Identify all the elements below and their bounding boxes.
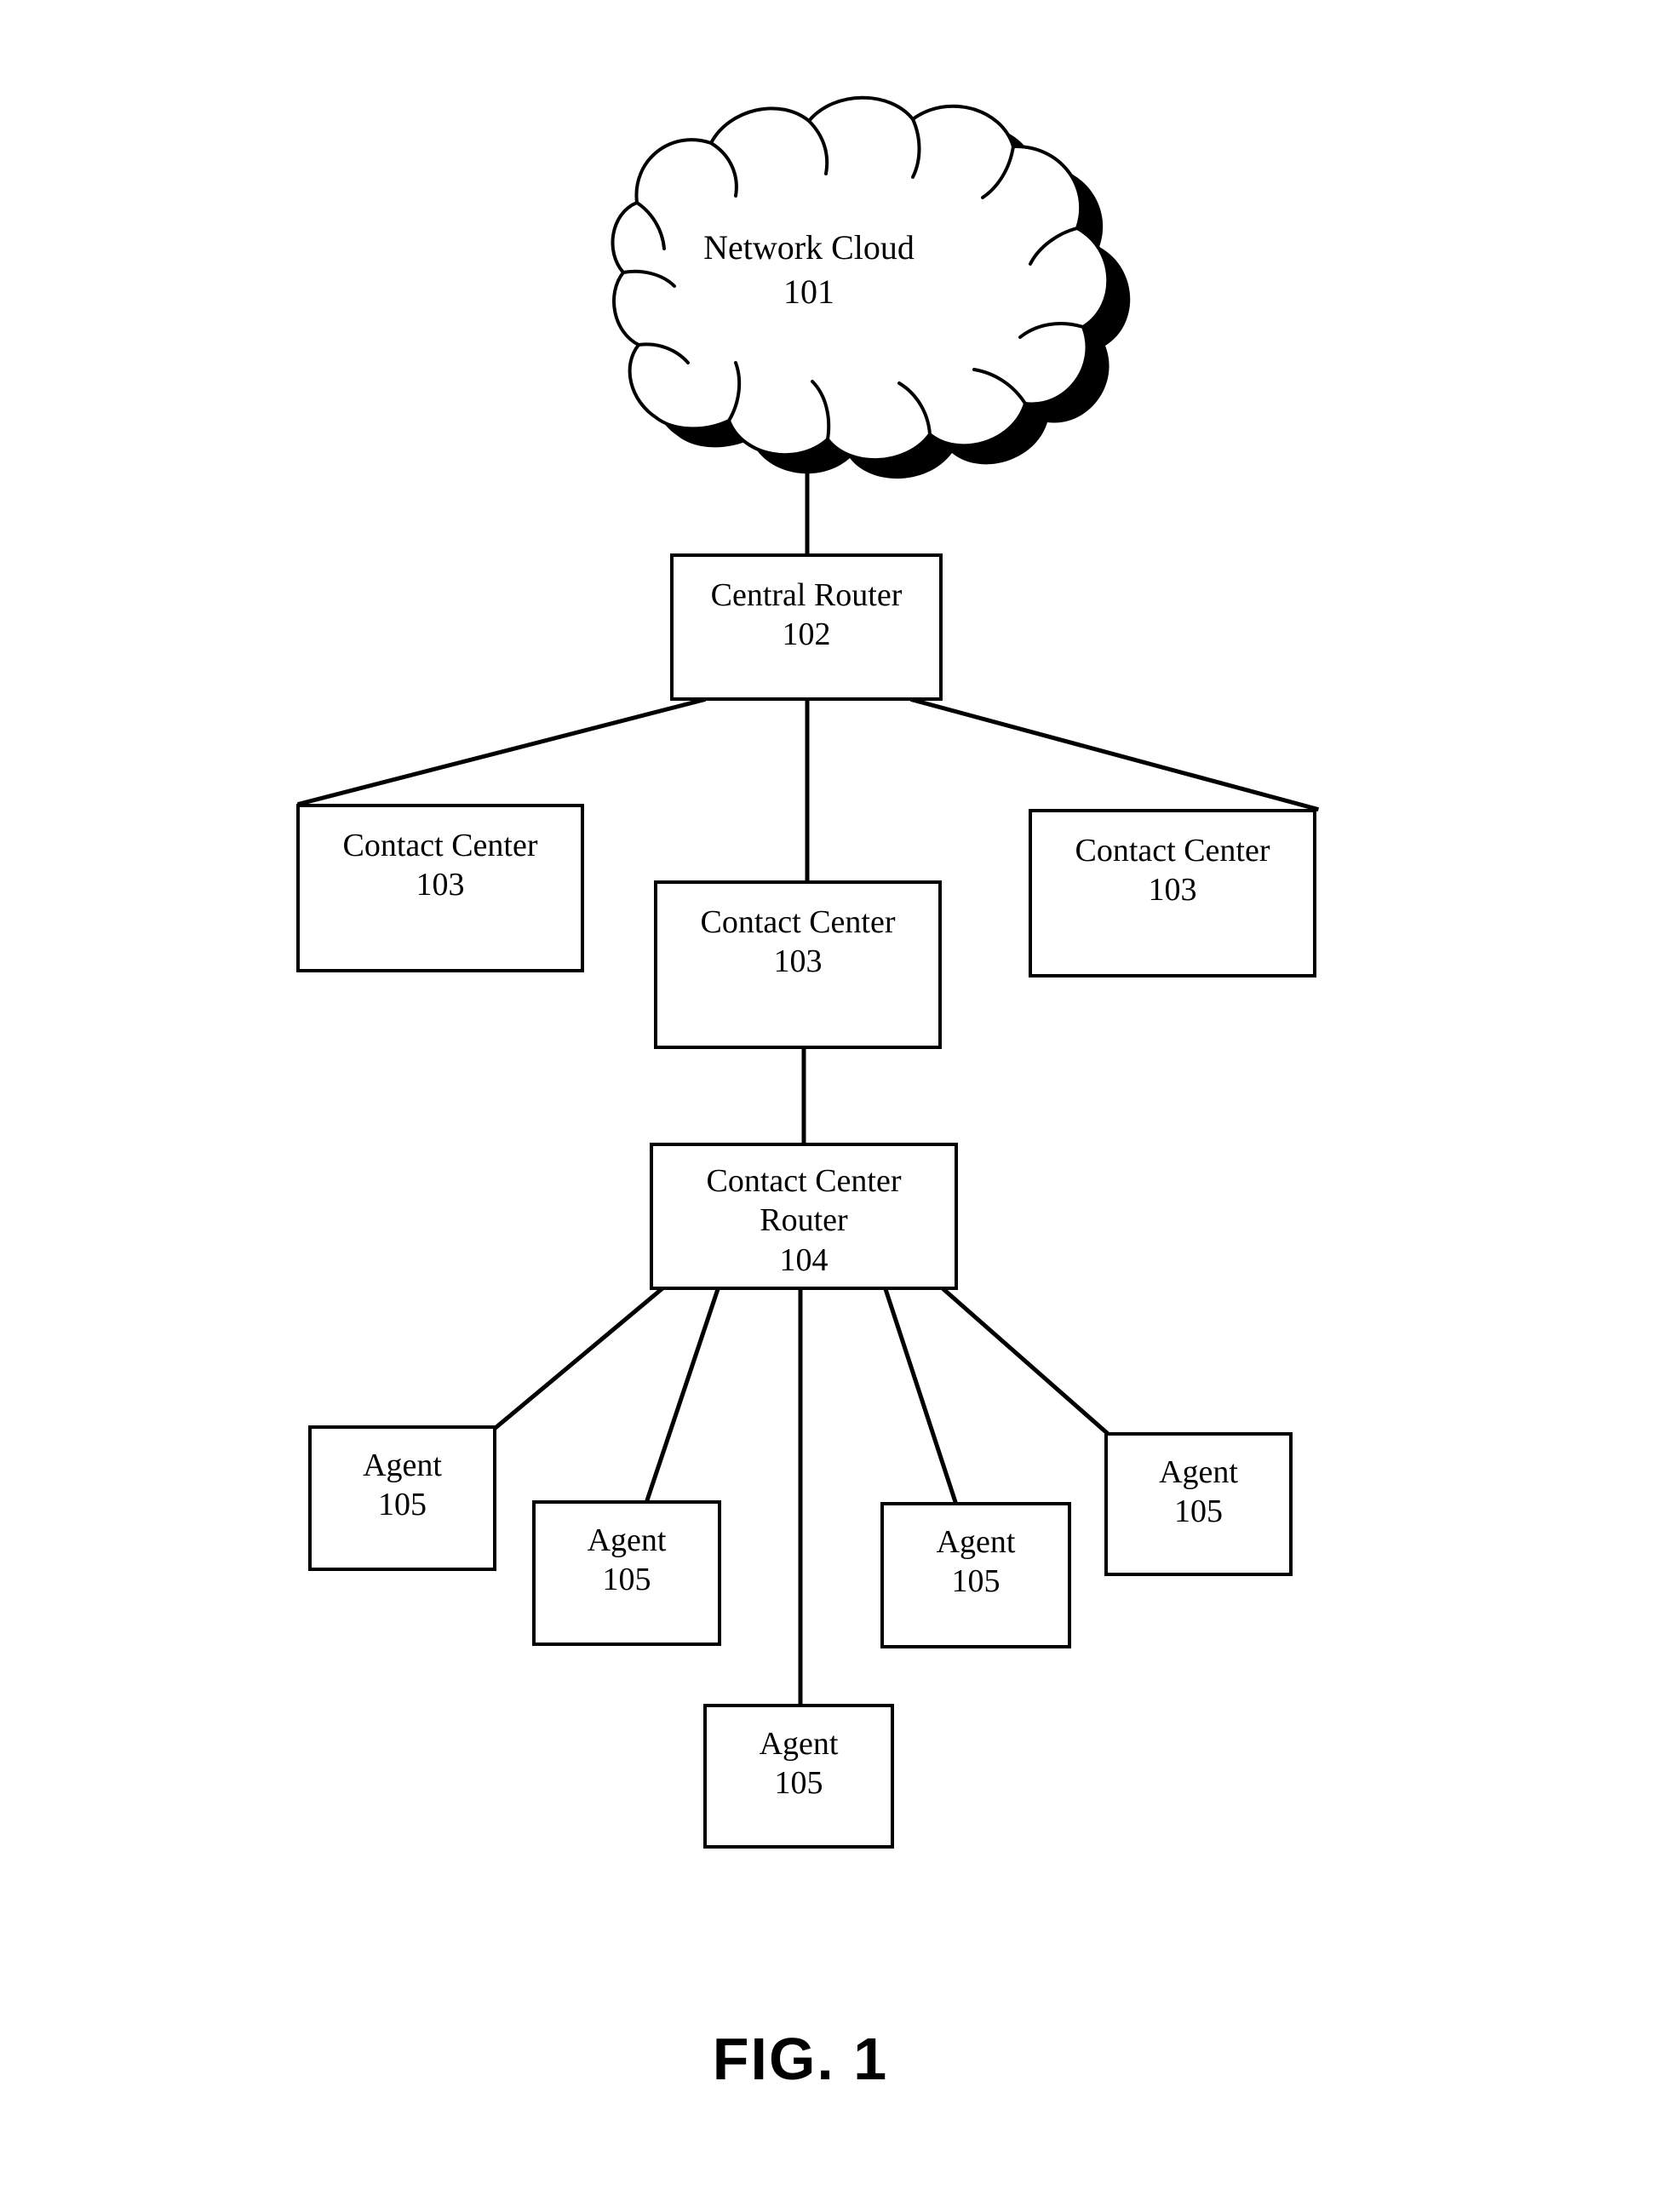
network-cloud-title: Network Cloud xyxy=(703,228,915,267)
central-router-title: Central Router xyxy=(710,577,903,613)
agent-1-title: Agent xyxy=(363,1448,442,1483)
contact-center-right-ref: 103 xyxy=(1148,872,1197,909)
contact-center-left-title: Contact Center xyxy=(342,828,538,863)
network-cloud-node: Network Cloud 101 xyxy=(528,60,1132,485)
edge-cc-router-to-agent-4 xyxy=(882,1286,959,1505)
edge-cc-router-to-agent-1 xyxy=(493,1286,665,1430)
contact-center-middle-node: Contact Center 103 xyxy=(654,880,942,1049)
contact-center-right-title: Contact Center xyxy=(1075,833,1270,869)
edge-cc-router-to-agent-5 xyxy=(940,1286,1109,1436)
edge-central-router-to-contact-center-left xyxy=(296,697,707,807)
contact-center-router-ref: 104 xyxy=(779,1241,829,1278)
agent-1-ref: 105 xyxy=(378,1487,427,1523)
figure-caption: FIG. 1 xyxy=(712,2026,889,2092)
contact-center-left-ref: 103 xyxy=(416,867,465,903)
central-router-node: Central Router 102 xyxy=(670,553,943,701)
network-cloud-ref: 101 xyxy=(783,272,834,311)
agent-3-title: Agent xyxy=(759,1726,839,1762)
contact-center-middle-ref: 103 xyxy=(773,943,823,980)
agent-1-node: Agent 105 xyxy=(308,1425,496,1571)
agent-5-node: Agent 105 xyxy=(1104,1432,1293,1576)
agent-2-node: Agent 105 xyxy=(532,1500,721,1646)
agent-2-title: Agent xyxy=(587,1522,667,1558)
contact-center-right-node: Contact Center 103 xyxy=(1029,809,1316,977)
contact-center-middle-title: Contact Center xyxy=(700,904,896,940)
edge-cc-router-to-agent-2 xyxy=(644,1286,721,1504)
contact-center-router-title-line2: Router xyxy=(760,1202,848,1239)
agent-4-ref: 105 xyxy=(951,1563,1001,1600)
contact-center-router-title-line1: Contact Center xyxy=(706,1163,902,1199)
patent-figure-page: Network Cloud 101 Central Router 102 Con… xyxy=(0,0,1680,2190)
agent-4-node: Agent 105 xyxy=(880,1502,1071,1648)
agent-3-node: Agent 105 xyxy=(703,1704,894,1849)
contact-center-left-node: Contact Center 103 xyxy=(296,804,584,972)
edge-central-router-to-contact-center-right xyxy=(909,697,1320,812)
agent-4-title: Agent xyxy=(936,1524,1016,1560)
central-router-ref: 102 xyxy=(782,616,831,653)
agent-5-title: Agent xyxy=(1159,1454,1238,1490)
agent-2-ref: 105 xyxy=(602,1562,651,1598)
agent-5-ref: 105 xyxy=(1174,1493,1223,1530)
network-cloud-label: Network Cloud 101 xyxy=(528,226,1090,314)
contact-center-router-node: Contact Center Router 104 xyxy=(650,1143,958,1290)
agent-3-ref: 105 xyxy=(774,1765,823,1802)
